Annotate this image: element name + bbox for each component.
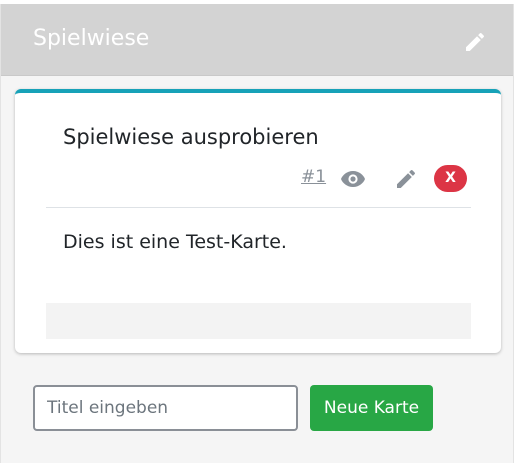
pencil-icon[interactable]	[394, 167, 418, 191]
card-number-link[interactable]: #1	[301, 167, 326, 187]
board-column: Spielwiese Spielwiese ausprobieren #1 X …	[0, 4, 514, 463]
card: Spielwiese ausprobieren #1 X Dies ist ei…	[15, 89, 501, 353]
card-body-text: Dies ist eine Test-Karte.	[63, 231, 287, 253]
card-divider	[46, 207, 471, 208]
card-footer	[46, 303, 471, 339]
eye-icon[interactable]	[340, 169, 366, 189]
column-header: Spielwiese	[1, 4, 513, 76]
card-title: Spielwiese ausprobieren	[63, 125, 319, 149]
column-title: Spielwiese	[33, 26, 150, 51]
delete-card-button[interactable]: X	[434, 165, 467, 192]
new-card-button[interactable]: Neue Karte	[310, 385, 433, 431]
edit-column-pencil-icon[interactable]	[463, 30, 487, 54]
new-card-form: Neue Karte	[1, 366, 513, 463]
card-title-input[interactable]	[33, 385, 298, 431]
